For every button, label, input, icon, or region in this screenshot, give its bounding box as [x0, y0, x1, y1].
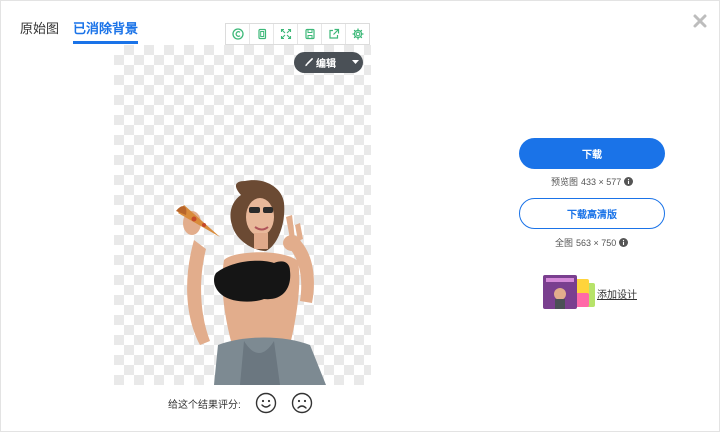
- full-size: 563 × 750: [576, 237, 617, 248]
- download-button[interactable]: 下载: [519, 138, 665, 169]
- full-label: 全图: [555, 238, 574, 248]
- save-icon[interactable]: [298, 24, 322, 44]
- tab-removed-background[interactable]: 已消除背景: [73, 18, 139, 44]
- share-icon[interactable]: [322, 24, 346, 44]
- edit-button[interactable]: 编辑: [294, 52, 363, 73]
- result-rating: 给这个结果评分:: [168, 392, 313, 414]
- edit-label: 编辑: [316, 59, 336, 70]
- close-icon[interactable]: [692, 13, 708, 29]
- download-hd-button[interactable]: 下载高清版: [519, 198, 665, 229]
- settings-icon[interactable]: [346, 24, 369, 44]
- info-icon[interactable]: [624, 177, 634, 186]
- preview-label: 预览图: [551, 177, 579, 187]
- edit-main-action[interactable]: 编辑: [294, 55, 348, 70]
- view-tabs: 原始图 已消除背景: [20, 18, 139, 44]
- cutout-person-image: [176, 180, 326, 385]
- rating-prompt: 给这个结果评分:: [168, 399, 241, 411]
- edit-dropdown-toggle[interactable]: [348, 60, 363, 65]
- preview-size: 433 × 577: [581, 176, 622, 187]
- add-design-label: 添加设计: [597, 289, 637, 301]
- preview-size-info: 预览图 433 × 577: [551, 175, 634, 188]
- remove-bg-result-panel: 原始图 已消除背景 编辑 给这个结果评分: 下载 预览图 433 × 577 下…: [0, 0, 720, 432]
- caret-down-icon: [351, 60, 359, 64]
- result-image-canvas[interactable]: 编辑: [114, 45, 371, 385]
- info-icon[interactable]: [619, 238, 629, 247]
- frown-face-icon[interactable]: [291, 392, 313, 414]
- brush-icon: [305, 58, 313, 67]
- copyright-icon[interactable]: [226, 24, 250, 44]
- tab-original[interactable]: 原始图: [20, 18, 59, 44]
- design-templates-thumbnail: [543, 275, 595, 309]
- add-design-link[interactable]: 添加设计: [543, 275, 637, 311]
- copy-icon[interactable]: [250, 24, 274, 44]
- smile-face-icon[interactable]: [255, 392, 277, 414]
- image-toolbar: [225, 23, 370, 45]
- fullscreen-icon[interactable]: [274, 24, 298, 44]
- full-size-info: 全图 563 × 750: [555, 236, 629, 249]
